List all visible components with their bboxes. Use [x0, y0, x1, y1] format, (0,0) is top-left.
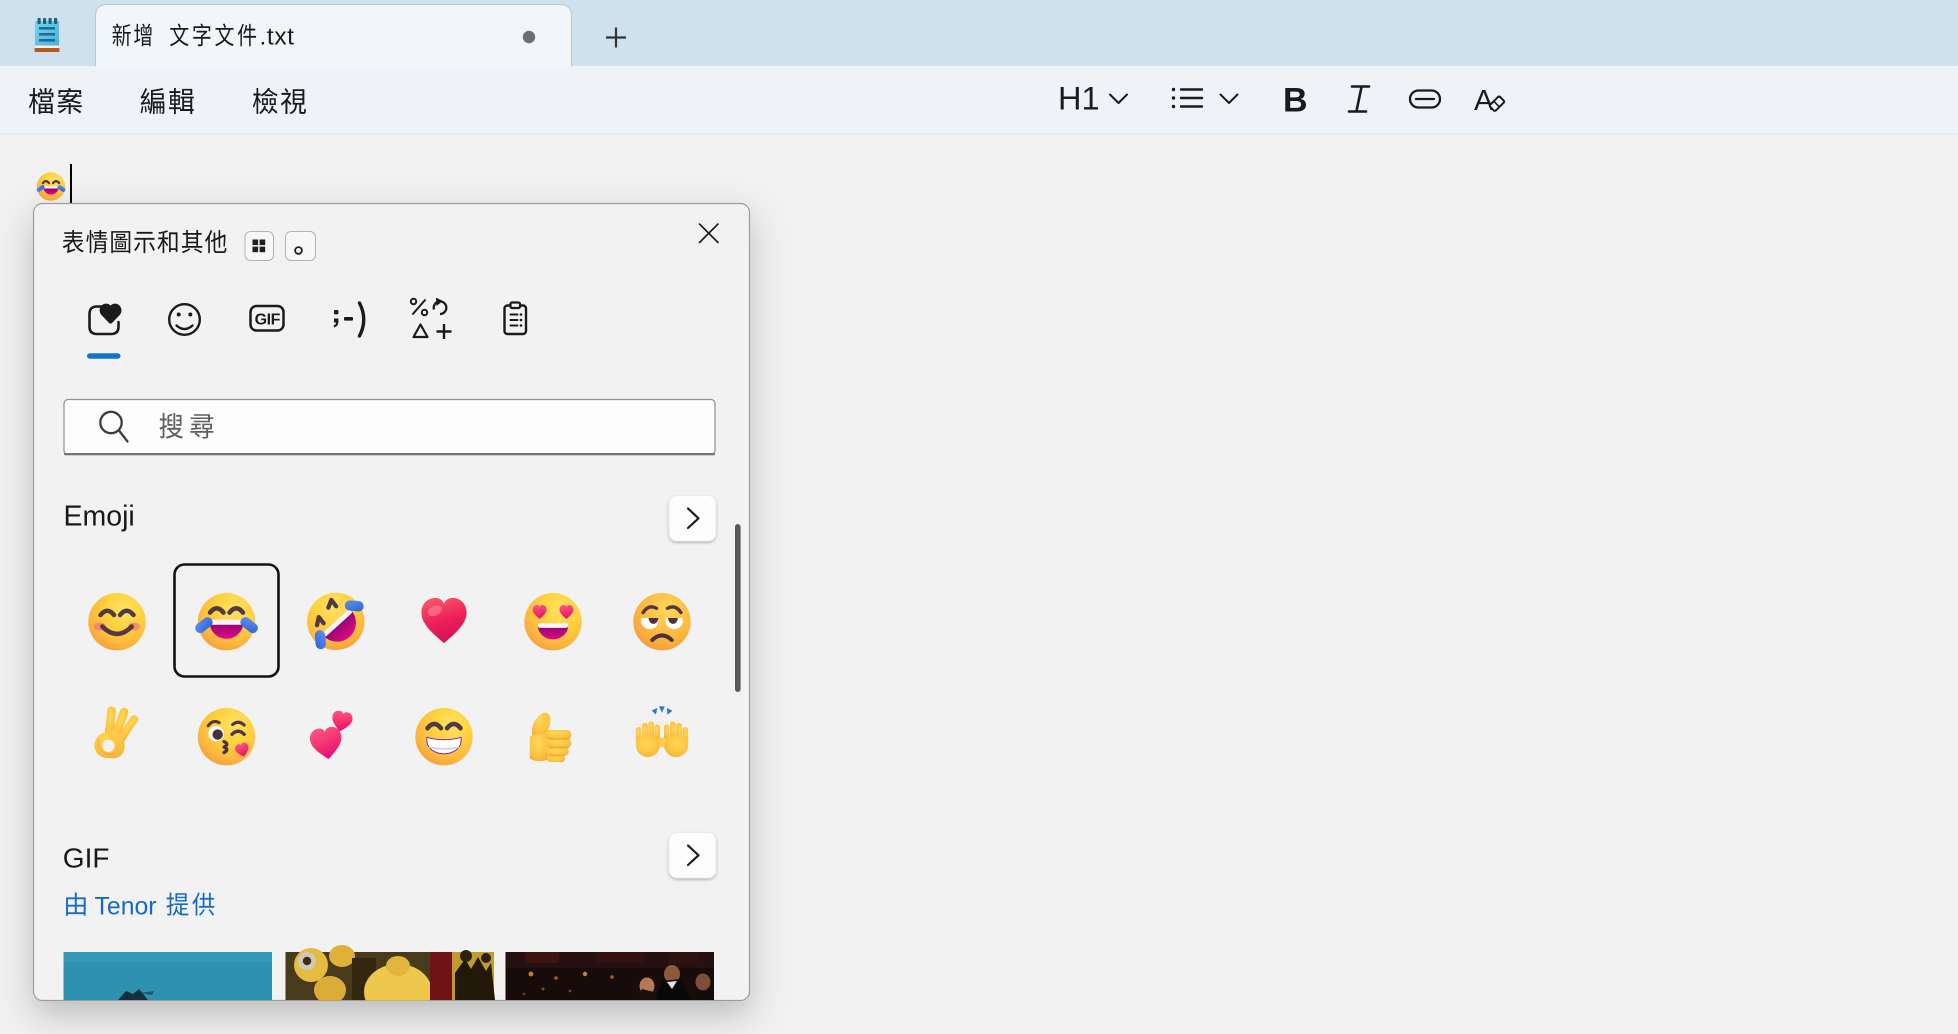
svg-text:B: B	[1283, 82, 1308, 120]
svg-text:Emoji: Emoji	[64, 501, 135, 533]
svg-text:.txt: .txt	[260, 23, 295, 50]
svg-text:Tenor: Tenor	[95, 893, 157, 920]
svg-text:GIF: GIF	[255, 312, 281, 329]
svg-text:H1: H1	[1058, 81, 1100, 117]
svg-text:GIF: GIF	[63, 842, 110, 873]
svg-text:A: A	[1474, 85, 1494, 117]
